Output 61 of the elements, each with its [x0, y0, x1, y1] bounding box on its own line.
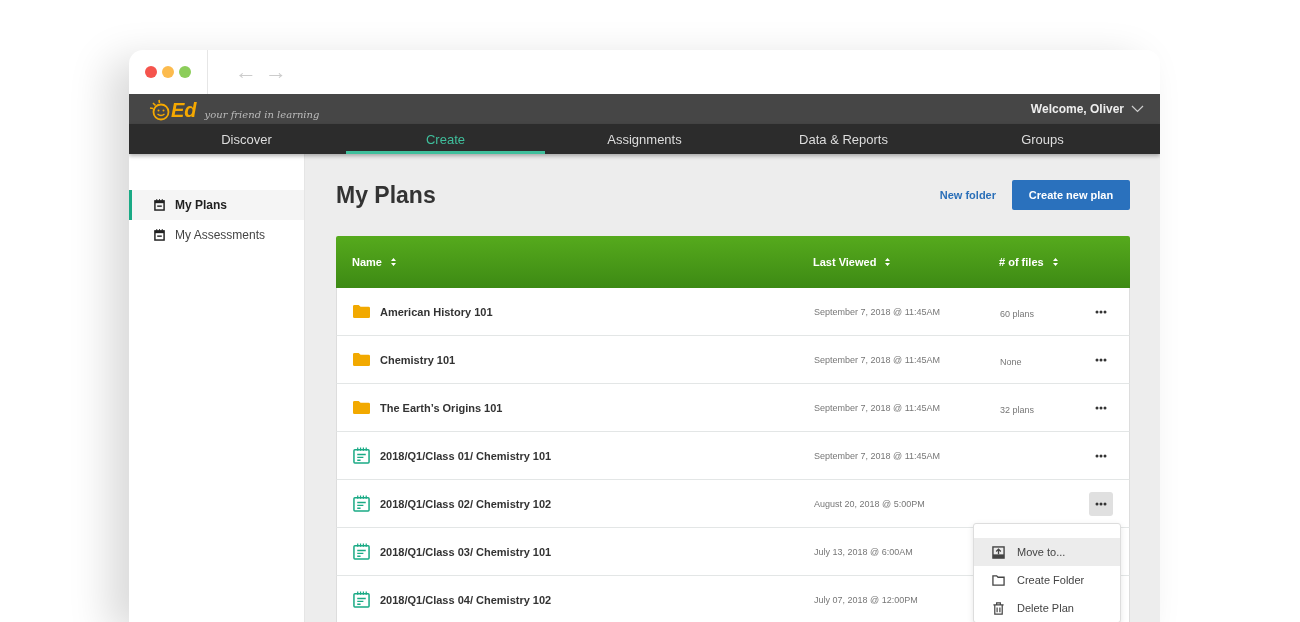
more-options-button[interactable] [1089, 491, 1113, 516]
folder-icon [353, 303, 370, 320]
nav-tab[interactable]: Groups [943, 124, 1142, 154]
ellipsis-icon [1095, 357, 1107, 362]
new-folder-link[interactable]: New folder [939, 189, 996, 201]
ellipsis-icon [1095, 309, 1107, 314]
maximize-button[interactable] [179, 66, 191, 78]
column-header[interactable]: # of files [999, 256, 1090, 268]
ellipsis-icon [1095, 453, 1107, 458]
table-cell-text: September 7, 2018 @ 11:45AM [814, 354, 942, 365]
chevron-down-icon [1131, 105, 1144, 113]
table-cell-text: July 07, 2018 @ 12:00PM [814, 594, 919, 605]
table-cell-text: July 13, 2018 @ 6:00AM [814, 546, 914, 557]
calendar-icon [154, 199, 165, 211]
sort-icon [885, 258, 891, 266]
table-cell: 32 plans [1000, 404, 1035, 415]
table-cell-text: September 7, 2018 @ 11:45AM [814, 402, 942, 413]
table-cell-text: August 20, 2018 @ 5:00PM [814, 498, 926, 509]
plan-name[interactable]: The Earth’s Origins 101 [380, 401, 503, 414]
table-cell: 60 plans [1000, 308, 1035, 319]
smiley-sun-icon [149, 99, 171, 121]
nav-tab[interactable]: Discover [147, 124, 346, 154]
ellipsis-icon [1095, 501, 1107, 506]
plan-icon [353, 543, 370, 560]
plan-name[interactable]: 2018/Q1/Class 01/ Chemistry 101 [380, 449, 552, 462]
folder-icon [353, 351, 370, 368]
nav-tab[interactable]: Data & Reports [744, 124, 943, 154]
plan-icon [353, 447, 370, 464]
plan-name[interactable]: Chemistry 101 [380, 353, 456, 366]
menu-item[interactable]: Create Folder [974, 566, 1120, 594]
table-cell: None [1000, 356, 1022, 367]
menu-item[interactable]: Move to... [974, 538, 1120, 566]
plan-name[interactable]: 2018/Q1/Class 04/ Chemistry 102 [380, 593, 552, 606]
upload-tray-icon [992, 545, 1005, 559]
plan-name[interactable]: 2018/Q1/Class 03/ Chemistry 101 [380, 545, 552, 558]
sidebar-item[interactable]: My Assessments [129, 220, 304, 250]
ellipsis-icon [1095, 405, 1107, 410]
sort-icon [390, 258, 396, 266]
close-button[interactable] [145, 66, 157, 78]
plan-name[interactable]: 2018/Q1/Class 02/ Chemistry 102 [380, 497, 552, 510]
column-header[interactable]: Name [352, 256, 813, 268]
folder-icon [992, 573, 1005, 587]
calendar-icon [154, 229, 165, 241]
plan-icon [353, 495, 370, 512]
menu-item[interactable]: Delete Plan [974, 594, 1120, 622]
sidebar-item[interactable]: My Plans [129, 190, 304, 220]
table-cell-text: September 7, 2018 @ 11:45AM [814, 306, 942, 317]
create-plan-button[interactable]: Create new plan [1012, 180, 1130, 210]
folder-icon [353, 399, 370, 416]
nav-tab[interactable]: Assignments [545, 124, 744, 154]
page-title: My Plans [336, 181, 436, 209]
plan-icon [353, 591, 370, 608]
table-cell-text: September 7, 2018 @ 11:45AM [814, 450, 942, 461]
user-menu[interactable]: Welcome, Oliver [1030, 102, 1144, 116]
plan-name[interactable]: American History 101 [380, 305, 493, 318]
trash-icon [992, 601, 1005, 615]
logo-text: Ed [171, 99, 197, 121]
minimize-button[interactable] [162, 66, 174, 78]
tagline: your friend in learning [204, 109, 320, 120]
sort-icon [1052, 258, 1058, 266]
column-header[interactable]: Last Viewed [813, 256, 999, 268]
